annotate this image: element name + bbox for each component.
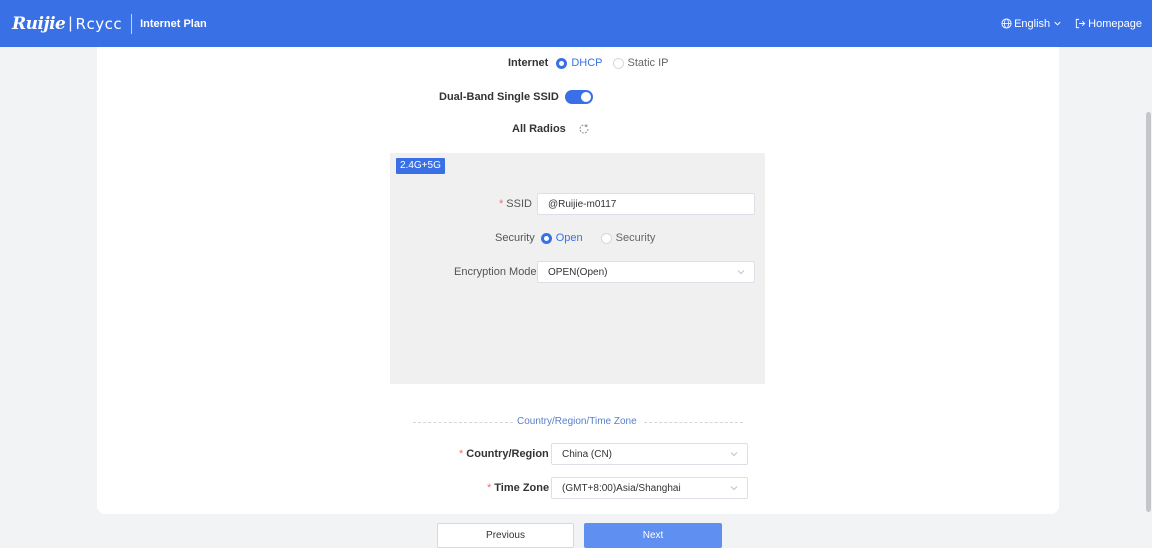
timezone-select[interactable]: (GMT+8:00)Asia/Shanghai	[551, 477, 748, 499]
divider-left	[413, 422, 513, 423]
reyee-logo: Rcycc	[75, 14, 123, 33]
internet-row: Internet DHCP Static IP	[508, 57, 668, 69]
refresh-icon[interactable]	[578, 123, 590, 135]
radio-security[interactable]: Security	[600, 232, 656, 244]
header-actions: English Homepage	[1001, 0, 1142, 47]
radio-static-ip[interactable]: Static IP	[612, 57, 669, 69]
encryption-value: OPEN(Open)	[548, 266, 608, 278]
radio-settings-panel: 2.4G+5G * SSID @Ruijie-m0117 Security Op…	[390, 153, 765, 384]
required-mark: *	[499, 198, 504, 210]
all-radios-label: All Radios	[512, 123, 566, 135]
language-label: English	[1014, 17, 1051, 30]
timezone-value: (GMT+8:00)Asia/Shanghai	[562, 482, 681, 494]
logo-separator: |	[68, 14, 73, 32]
section-title: Country/Region/Time Zone	[517, 416, 637, 427]
country-label-row: * Country/Region	[459, 448, 549, 460]
band-badge: 2.4G+5G	[396, 158, 445, 174]
required-mark: *	[487, 482, 492, 494]
security-row: Security Open Security	[495, 232, 655, 244]
dual-band-row: Dual-Band Single SSID	[439, 90, 593, 104]
globe-icon	[1001, 18, 1012, 29]
chevron-down-icon	[730, 486, 738, 491]
ssid-label-row: * SSID	[499, 198, 532, 210]
chevron-down-icon	[1054, 21, 1061, 26]
radio-open-circle	[540, 232, 552, 244]
encryption-label: Encryption Mode	[454, 266, 537, 278]
homepage-label: Homepage	[1088, 17, 1142, 30]
country-select[interactable]: China (CN)	[551, 443, 748, 465]
previous-button[interactable]: Previous	[437, 523, 574, 548]
top-bar: Ruijie | Rcycc Internet Plan English Hom…	[0, 0, 1152, 47]
country-value: China (CN)	[562, 448, 613, 460]
page-title: Internet Plan	[140, 17, 207, 30]
divider-right	[644, 422, 743, 423]
internet-label: Internet	[508, 57, 549, 69]
encryption-label-row: Encryption Mode	[454, 266, 537, 278]
ruijie-logo: Ruijie	[12, 13, 66, 34]
dual-band-label: Dual-Band Single SSID	[439, 91, 559, 103]
radio-security-circle	[600, 232, 612, 244]
required-mark: *	[459, 448, 464, 460]
ssid-input[interactable]: @Ruijie-m0117	[537, 193, 755, 215]
chevron-down-icon	[730, 452, 738, 457]
next-button[interactable]: Next	[584, 523, 722, 548]
encryption-select[interactable]: OPEN(Open)	[537, 261, 755, 283]
brand-divider	[131, 13, 133, 34]
radio-static-ip-circle	[612, 57, 624, 69]
radio-open[interactable]: Open	[540, 232, 583, 244]
brand: Ruijie | Rcycc Internet Plan	[12, 0, 207, 47]
radio-security-label: Security	[615, 232, 656, 244]
language-selector[interactable]: English	[1001, 18, 1064, 30]
scrollbar-thumb[interactable]	[1146, 112, 1151, 512]
radio-dhcp-label: DHCP	[571, 57, 603, 69]
radio-static-ip-label: Static IP	[627, 57, 669, 69]
all-radios-row: All Radios	[512, 123, 590, 135]
security-label: Security	[495, 232, 535, 244]
toggle-knob	[580, 92, 591, 102]
dual-band-toggle[interactable]	[564, 90, 593, 104]
wizard-card: Internet DHCP Static IP Dual-Band Single…	[97, 47, 1059, 514]
logout-icon	[1076, 18, 1086, 29]
chevron-down-icon	[737, 270, 745, 275]
country-label: Country/Region	[466, 448, 549, 460]
ssid-value: @Ruijie-m0117	[548, 198, 617, 210]
timezone-label: Time Zone	[494, 482, 550, 494]
radio-open-label: Open	[555, 232, 583, 244]
radio-dhcp-circle	[556, 57, 568, 69]
timezone-label-row: * Time Zone	[487, 482, 549, 494]
radio-dhcp[interactable]: DHCP	[556, 57, 603, 69]
homepage-link[interactable]: Homepage	[1074, 18, 1142, 30]
ssid-label: SSID	[506, 198, 532, 210]
